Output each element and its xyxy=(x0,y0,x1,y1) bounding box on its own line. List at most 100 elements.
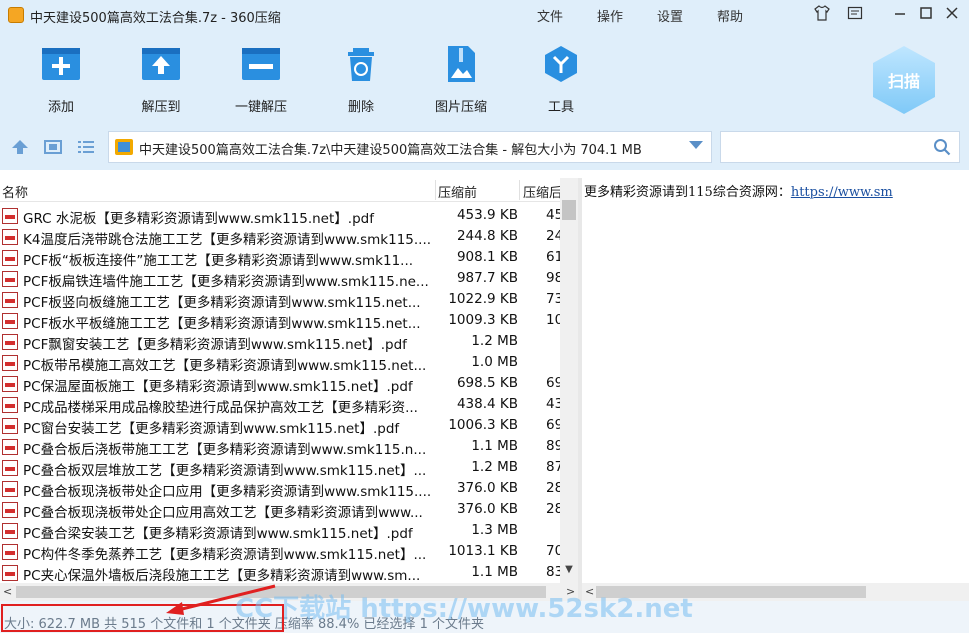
watermark: CC下载站 https://www.52sk2.net xyxy=(235,594,693,624)
one-click-extract-icon xyxy=(241,44,281,84)
scroll-thumb[interactable] xyxy=(562,200,576,220)
thumbnail-view-icon[interactable] xyxy=(43,138,63,156)
table-row[interactable]: PCF板“板板连接件”施工工艺【更多精彩资源请到www.smk11... 908.… xyxy=(0,247,562,269)
one-click-extract-button[interactable]: 一键解压 xyxy=(221,44,301,115)
feedback-icon[interactable] xyxy=(845,5,865,25)
pdf-file-icon xyxy=(2,229,18,245)
file-size: 1.1 MB xyxy=(471,564,518,580)
pdf-file-icon xyxy=(2,481,18,497)
file-size: 1.0 MB xyxy=(471,354,518,370)
column-before[interactable]: 压缩前 xyxy=(438,182,477,201)
close-icon[interactable] xyxy=(942,5,962,25)
file-size: 1.3 MB xyxy=(471,522,518,538)
file-name: GRC 水泥板【更多精彩资源请到www.smk115.net】.pdf xyxy=(23,211,374,227)
tools-icon xyxy=(541,44,581,84)
menu-operate[interactable]: 操作 xyxy=(597,6,623,25)
delete-button[interactable]: 删除 xyxy=(321,44,401,115)
address-bar[interactable]: 中天建设500篇高效工法合集.7z\中天建设500篇高效工法合集 - 解包大小为… xyxy=(108,131,712,163)
table-row[interactable]: PC叠合板现浇板带处企口应用高效工艺【更多精彩资源请到www... 376.0 K… xyxy=(0,499,562,521)
table-row[interactable]: PC叠合板后浇板带施工工艺【更多精彩资源请到www.smk115.n... 1.1… xyxy=(0,436,562,458)
one-click-extract-label: 一键解压 xyxy=(234,100,287,115)
column-name[interactable]: 名称 xyxy=(2,182,28,201)
preview-text: 更多精彩资源请到115综合资源网：https://www.sm xyxy=(584,185,893,200)
pdf-file-icon xyxy=(2,523,18,539)
menu-help[interactable]: 帮助 xyxy=(717,6,743,25)
extract-to-button[interactable]: 解压到 xyxy=(121,44,201,115)
vertical-scrollbar[interactable]: ▼ xyxy=(560,178,578,583)
search-icon[interactable] xyxy=(933,138,951,156)
up-folder-icon[interactable] xyxy=(10,138,30,156)
delete-icon xyxy=(341,44,381,84)
file-name: PC叠合板现浇板带处企口应用高效工艺【更多精彩资源请到www... xyxy=(23,505,423,521)
search-input[interactable] xyxy=(720,131,960,163)
file-name: PCF板竖向板缝施工工艺【更多精彩资源请到www.smk115.net... xyxy=(23,295,421,311)
table-row[interactable]: K4温度后浇带跳仓法施工工艺【更多精彩资源请到www.smk115.... 244… xyxy=(0,226,562,248)
pdf-file-icon xyxy=(2,208,18,224)
file-size: 1.2 MB xyxy=(471,333,518,349)
column-after[interactable]: 压缩后 xyxy=(523,182,560,201)
table-row[interactable]: PC叠合板双层堆放工艺【更多精彩资源请到www.smk115.net】... 1.… xyxy=(0,457,562,479)
file-name: PC成品楼梯采用成品橡胶垫进行成品保护高效工艺【更多精彩资... xyxy=(23,400,418,416)
table-row[interactable]: PCF板水平板缝施工工艺【更多精彩资源请到www.smk115.net... 10… xyxy=(0,310,562,332)
file-name: PC叠合板双层堆放工艺【更多精彩资源请到www.smk115.net】... xyxy=(23,463,427,479)
extract-icon xyxy=(141,44,181,84)
list-view-icon[interactable] xyxy=(76,138,96,156)
file-name: PCF板扁铁连墙件施工工艺【更多精彩资源请到www.smk115.ne... xyxy=(23,274,429,290)
table-row[interactable]: PC窗台安装工艺【更多精彩资源请到www.smk115.net】.pdf 1006… xyxy=(0,415,562,437)
archive-file-icon xyxy=(115,139,133,155)
table-row[interactable]: PC板带吊模施工高效工艺【更多精彩资源请到www.smk115.net... 1.… xyxy=(0,352,560,374)
top-panel: 中天建设500篇高效工法合集.7z - 360压缩 文件 操作 设置 帮助 添加 xyxy=(0,0,969,125)
image-compress-button[interactable]: 图片压缩 xyxy=(421,44,501,115)
skin-icon[interactable] xyxy=(812,5,832,25)
scroll-left-icon[interactable]: < xyxy=(3,585,12,598)
file-name: PCF板水平板缝施工工艺【更多精彩资源请到www.smk115.net... xyxy=(23,316,421,332)
file-size: 1009.3 KB xyxy=(448,312,518,328)
pdf-file-icon xyxy=(2,334,18,350)
table-row[interactable]: PC成品楼梯采用成品橡胶垫进行成品保护高效工艺【更多精彩资... 438.4 KB… xyxy=(0,394,562,416)
file-size: 698.5 KB xyxy=(456,375,518,391)
extract-to-label: 解压到 xyxy=(141,100,181,115)
address-row: 中天建设500篇高效工法合集.7z\中天建设500篇高效工法合集 - 解包大小为… xyxy=(0,125,969,170)
file-size: 376.0 KB xyxy=(456,480,518,496)
table-row[interactable]: PC叠合板现浇板带处企口应用【更多精彩资源请到www.smk115.... 376… xyxy=(0,478,562,500)
file-name: PC板带吊模施工高效工艺【更多精彩资源请到www.smk115.net... xyxy=(23,358,427,374)
table-row[interactable]: GRC 水泥板【更多精彩资源请到www.smk115.net】.pdf 453.9… xyxy=(0,205,562,227)
address-path: 中天建设500篇高效工法合集.7z\中天建设500篇高效工法合集 - 解包大小为… xyxy=(139,143,642,158)
table-row[interactable]: PCF板竖向板缝施工工艺【更多精彩资源请到www.smk115.net... 10… xyxy=(0,289,562,311)
scroll-down-icon[interactable]: ▼ xyxy=(560,564,578,580)
file-size: 987.7 KB xyxy=(456,270,518,286)
menu-settings[interactable]: 设置 xyxy=(657,6,683,25)
image-compress-icon xyxy=(441,44,481,84)
table-row[interactable]: PC保温屋面板施工【更多精彩资源请到www.smk115.net】.pdf 698… xyxy=(0,373,562,395)
table-row[interactable]: PC夹心保温外墙板后浇段施工工艺【更多精彩资源请到www.sm... 1.1 MB… xyxy=(0,562,562,583)
pdf-file-icon xyxy=(2,418,18,434)
table-row[interactable]: PC叠合梁安装工艺【更多精彩资源请到www.smk115.net】.pdf 1.3… xyxy=(0,520,560,542)
file-size: 1022.9 KB xyxy=(448,291,518,307)
pdf-file-icon xyxy=(2,502,18,518)
add-label: 添加 xyxy=(47,100,74,115)
app-logo-icon xyxy=(8,7,24,23)
pdf-file-icon xyxy=(2,292,18,308)
file-size: 1006.3 KB xyxy=(448,417,518,433)
maximize-icon[interactable] xyxy=(916,5,936,25)
file-size: 1.2 MB xyxy=(471,459,518,475)
file-size: 376.0 KB xyxy=(456,501,518,517)
table-row[interactable]: PC构件冬季免蒸养工艺【更多精彩资源请到www.smk115.net】... 10… xyxy=(0,541,562,563)
scan-button[interactable]: 扫描 xyxy=(873,46,935,114)
file-size: 1.1 MB xyxy=(471,438,518,454)
pdf-file-icon xyxy=(2,376,18,392)
file-name: PC叠合板后浇板带施工工艺【更多精彩资源请到www.smk115.n... xyxy=(23,442,427,458)
add-button[interactable]: 添加 xyxy=(21,44,101,115)
minimize-icon[interactable] xyxy=(890,5,910,25)
preview-link[interactable]: https://www.sm xyxy=(791,185,893,200)
tools-button[interactable]: 工具 xyxy=(521,44,601,115)
chevron-down-icon[interactable] xyxy=(689,141,703,149)
table-row[interactable]: PCF飘窗安装工艺【更多精彩资源请到www.smk115.net】.pdf 1.2… xyxy=(0,331,560,353)
file-name: PCF板“板板连接件”施工工艺【更多精彩资源请到www.smk11... xyxy=(23,253,414,269)
delete-label: 删除 xyxy=(347,100,374,115)
menu-file[interactable]: 文件 xyxy=(537,6,563,25)
file-name: PC构件冬季免蒸养工艺【更多精彩资源请到www.smk115.net】... xyxy=(23,547,427,563)
pdf-file-icon xyxy=(2,397,18,413)
pdf-file-icon xyxy=(2,355,18,371)
table-row[interactable]: PCF板扁铁连墙件施工工艺【更多精彩资源请到www.smk115.ne... 98… xyxy=(0,268,562,290)
